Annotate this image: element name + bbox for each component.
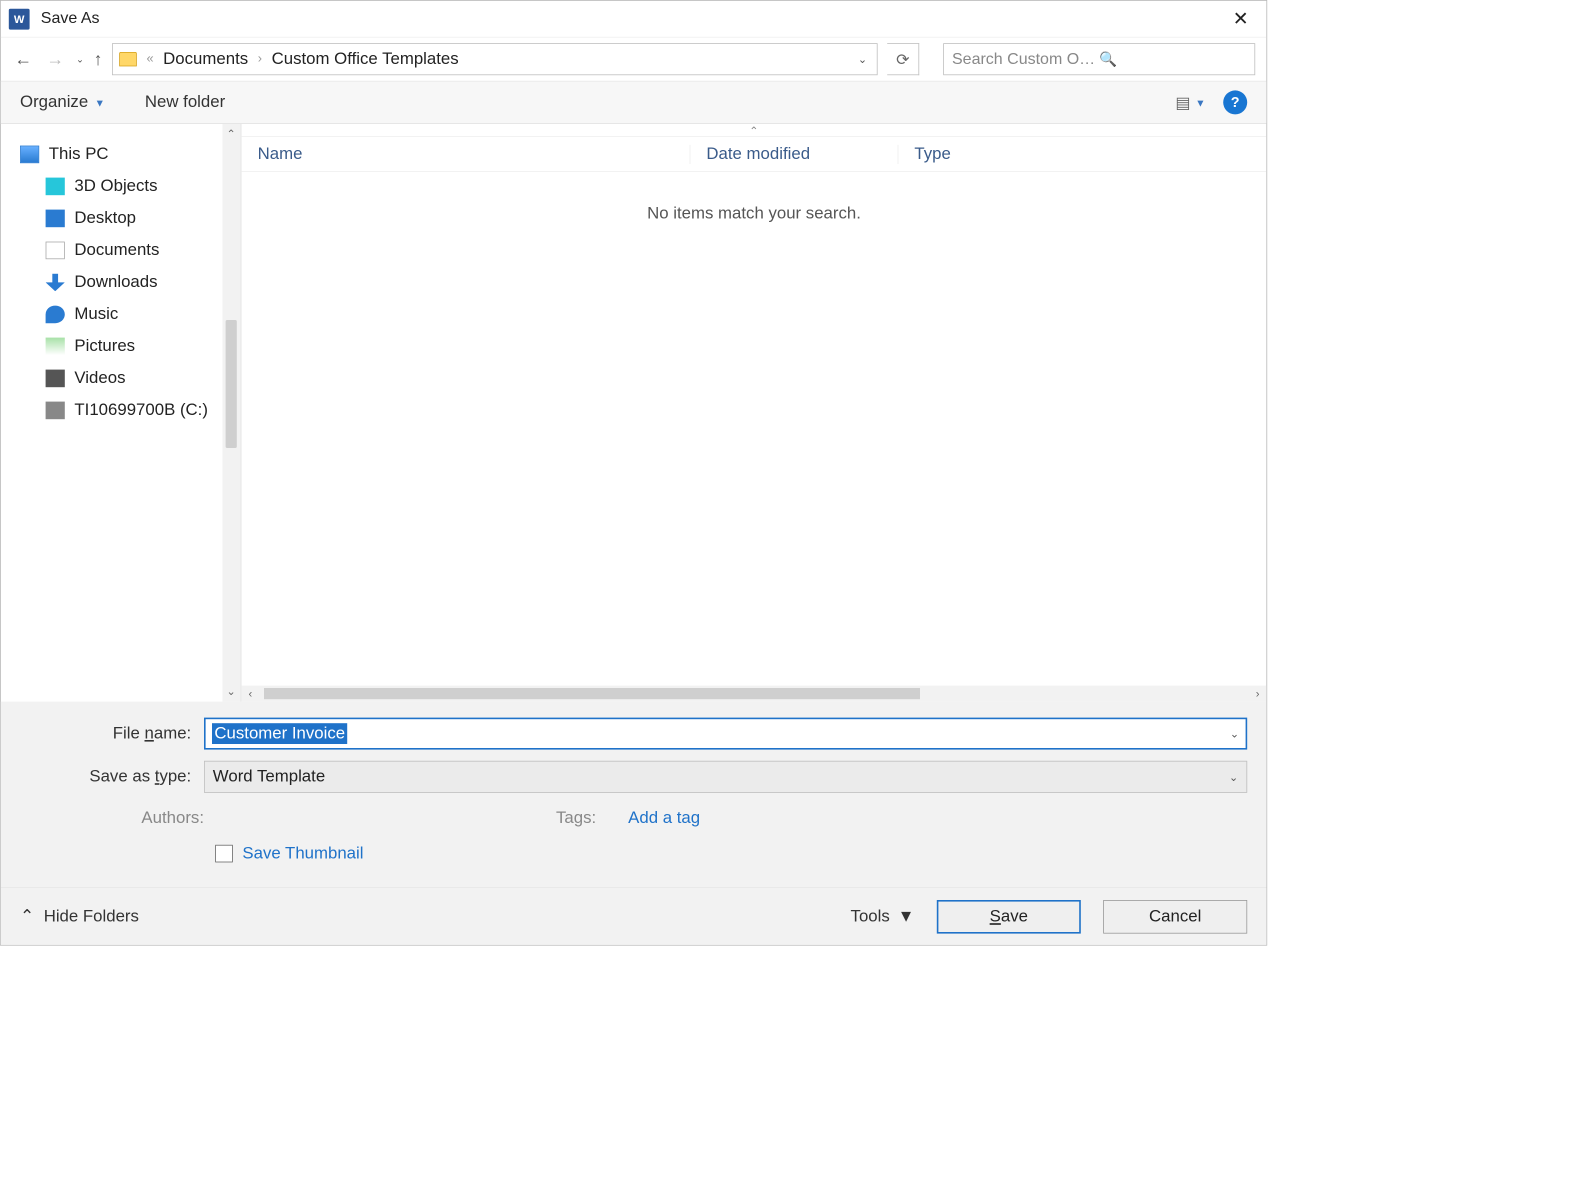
chevron-right-icon: › [258,52,262,66]
music-icon [46,306,65,324]
view-options-button[interactable]: ▤ ▼ [1175,92,1205,112]
help-button[interactable]: ? [1223,90,1247,114]
content-area: This PC 3D Objects Desktop Documents Downlo… [1,124,1267,702]
window-title: Save As [41,10,1223,28]
breadcrumb-bar[interactable]: « Documents › Custom Office Templates ⌄ [112,43,878,75]
tree-item-videos[interactable]: Videos [17,362,234,394]
save-type-select[interactable]: Word Template ⌄ [204,761,1247,793]
back-button[interactable]: ← [12,48,34,70]
tree-item-label: 3D Objects [74,177,157,196]
empty-message: No items match your search. [242,172,1267,686]
desktop-icon [46,210,65,228]
refresh-button[interactable]: ⟳ [887,43,919,75]
scroll-up-icon[interactable]: ⌃ [227,124,236,144]
chevron-down-icon: ▼ [1195,96,1205,108]
tree-item-ti10699700b-c-[interactable]: TI10699700B (C:)⌄ [17,394,234,426]
scroll-right-icon[interactable]: › [1249,687,1267,700]
list-view-icon: ▤ [1175,92,1190,112]
down-icon [46,274,65,292]
file-list: ⌃ Name Date modified Type No items match… [241,124,1267,702]
tree-item-label: Desktop [74,209,136,228]
tools-dropdown[interactable]: Tools ▼ [851,907,915,926]
save-form: File name: Customer Invoice ⌄ Save as ty… [1,702,1267,888]
nav-tree: This PC 3D Objects Desktop Documents Downlo… [1,124,241,702]
chevron-down-icon: ▼ [898,907,915,926]
new-folder-button[interactable]: New folder [145,93,225,112]
nav-bar: ← → ⌄ ↑ « Documents › Custom Office Temp… [1,38,1267,81]
pc-icon [20,146,39,164]
save-button[interactable]: Save [937,900,1081,934]
scroll-thumb[interactable] [226,320,237,448]
column-type[interactable]: Type [898,144,1267,163]
scroll-left-icon[interactable]: ‹ [242,687,260,700]
drive-icon [46,402,65,420]
breadcrumb-documents[interactable]: Documents [163,50,248,69]
tree-item-label: Downloads [74,273,157,292]
tree-item-label: Videos [74,369,125,388]
footer: ⌃ Hide Folders Tools ▼ Save Cancel [1,887,1267,945]
tree-item-downloads[interactable]: Downloads [17,266,234,298]
column-headers: Name Date modified Type [242,137,1267,172]
save-type-value: Word Template [213,767,325,786]
hide-folders-button[interactable]: ⌃ Hide Folders [20,906,139,926]
organize-button[interactable]: Organize ▼ [20,93,105,112]
breadcrumb-prefix: « [146,52,153,66]
add-tag-link[interactable]: Add a tag [628,809,700,828]
column-name[interactable]: Name [242,144,690,163]
tree-item-label: Pictures [74,337,135,356]
up-button[interactable]: ↑ [94,49,103,70]
save-thumbnail-label[interactable]: Save Thumbnail [242,844,363,863]
tree-item-label: Documents [74,241,159,260]
sidebar-scrollbar[interactable]: ⌃ ⌄ [222,124,240,702]
tree-item-documents[interactable]: Documents [17,234,234,266]
forward-button[interactable]: → [44,48,66,70]
column-date[interactable]: Date modified [690,144,898,163]
chevron-down-icon: ▼ [95,96,105,108]
horizontal-scrollbar[interactable]: ‹ › [242,686,1267,702]
search-input[interactable]: Search Custom Office Templa... 🔍 [943,43,1255,75]
scroll-down-icon[interactable]: ⌄ [227,682,236,702]
tree-item-label: Music [74,305,118,324]
search-icon: 🔍 [1099,51,1246,68]
title-bar: W Save As ✕ [1,1,1267,38]
scroll-thumb[interactable] [264,688,920,699]
cancel-button[interactable]: Cancel [1103,900,1247,934]
folder-icon [119,52,137,66]
chevron-up-icon: ⌃ [20,906,34,926]
filename-value: Customer Invoice [212,723,348,744]
authors-label: Authors: [100,809,204,828]
pic-icon [46,338,65,356]
collapse-handle[interactable]: ⌃ [242,124,1267,137]
close-button[interactable]: ✕ [1223,1,1258,36]
chevron-down-icon: ⌄ [1229,770,1238,784]
search-placeholder: Search Custom Office Templa... [952,50,1099,68]
organize-toolbar: Organize ▼ New folder ▤ ▼ ? [1,81,1267,124]
tree-item-music[interactable]: Music [17,298,234,330]
tree-item-pictures[interactable]: Pictures [17,330,234,362]
save-type-label: Save as type: [20,767,204,786]
tree-item-3d-objects[interactable]: 3D Objects [17,170,234,202]
3d-icon [46,178,65,196]
filename-history-dropdown[interactable]: ⌄ [1230,727,1239,741]
tree-this-pc[interactable]: This PC [17,138,234,170]
app-icon: W [9,8,30,29]
doc-icon [46,242,65,260]
video-icon [46,370,65,388]
breadcrumb-dropdown[interactable]: ⌄ [858,52,867,66]
tree-item-label: TI10699700B (C:) [74,401,208,420]
filename-input[interactable]: Customer Invoice ⌄ [204,718,1247,750]
save-thumbnail-checkbox[interactable] [215,845,233,863]
breadcrumb-custom-templates[interactable]: Custom Office Templates [272,50,459,69]
save-as-dialog: W Save As ✕ ← → ⌄ ↑ « Documents › Custom… [0,0,1267,946]
history-dropdown[interactable]: ⌄ [76,54,84,65]
filename-label: File name: [20,724,204,743]
tags-label: Tags: [556,809,596,828]
tree-item-desktop[interactable]: Desktop [17,202,234,234]
